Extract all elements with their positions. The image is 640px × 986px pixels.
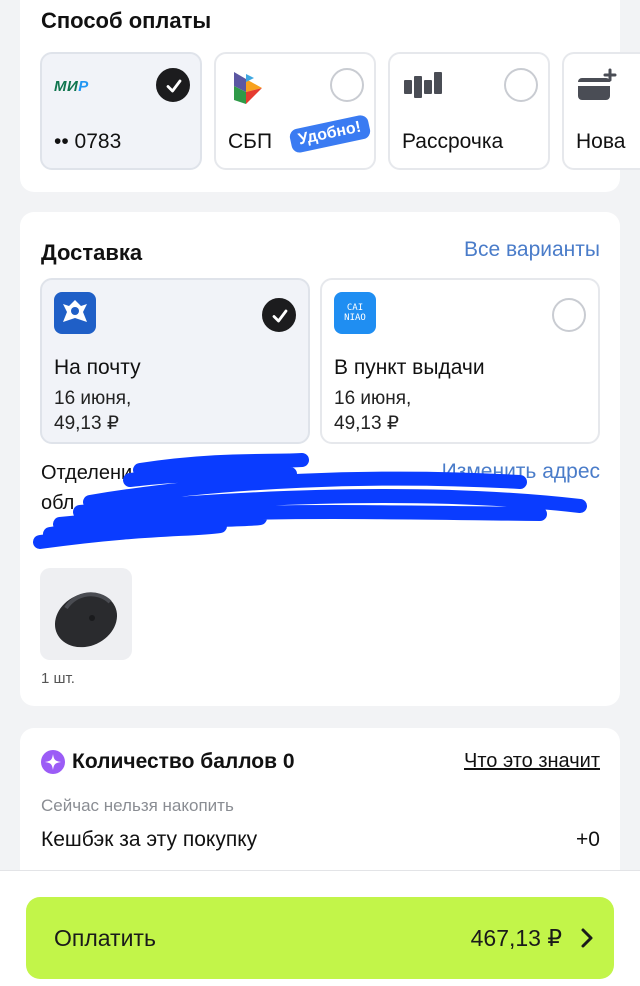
convenient-badge: Удобно! <box>288 113 372 155</box>
delivery-option-date: 16 июня, 49,13 ₽ <box>54 388 132 434</box>
radio-unchecked-icon[interactable] <box>504 68 538 102</box>
bonus-section: Количество баллов 0 Что это значит Сейча… <box>20 728 620 888</box>
chevron-right-icon <box>581 928 593 948</box>
radio-unchecked-icon[interactable] <box>552 298 586 332</box>
delivery-option-name: На почту <box>54 356 141 379</box>
pay-total: 467,13 ₽ <box>470 925 562 951</box>
pay-button-label: Оплатить <box>54 925 156 951</box>
payment-title: Способ оплаты <box>41 8 212 33</box>
pay-button[interactable]: Оплатить 467,13 ₽ <box>26 897 614 979</box>
address-line-1: Отделени <box>41 462 133 484</box>
cainiao-icon: CAI NIAO <box>334 292 376 334</box>
cashback-value: +0 <box>576 828 600 851</box>
mir-logo-icon: МИР <box>54 78 89 95</box>
product-quantity: 1 шт. <box>41 670 75 687</box>
payment-method-label: Рассрочка <box>402 130 504 153</box>
delivery-option-post[interactable]: На почту 16 июня, 49,13 ₽ <box>40 278 310 444</box>
radio-unchecked-icon[interactable] <box>330 68 364 102</box>
what-it-means-link[interactable]: Что это значит <box>464 750 600 773</box>
sbp-logo-icon <box>234 72 262 104</box>
delivery-section: Доставка Все варианты На почту 16 июня, … <box>20 212 620 706</box>
delivery-option-pickup[interactable]: CAI NIAO В пункт выдачи 16 июня, 49,13 ₽ <box>320 278 600 444</box>
payment-method-sbp[interactable]: СБП Удобно! <box>214 52 376 170</box>
bonus-star-icon <box>41 750 65 774</box>
checkout-bar: Оплатить 467,13 ₽ <box>0 870 640 986</box>
all-options-link[interactable]: Все варианты <box>464 238 600 262</box>
delivery-option-date: 16 июня, 49,13 ₽ <box>334 388 412 434</box>
delivery-title: Доставка <box>41 240 143 265</box>
cashback-label: Кешбэк за эту покупку <box>41 828 258 851</box>
bonus-subtitle: Сейчас нельзя накопить <box>41 796 234 815</box>
address-line-2: обл. <box>41 492 80 514</box>
product-thumbnail[interactable] <box>40 568 132 660</box>
product-image <box>54 592 118 648</box>
payment-method-new-card[interactable]: Нова <box>562 52 640 170</box>
add-card-icon <box>578 68 617 100</box>
bonus-points-title: Количество баллов 0 <box>72 750 295 773</box>
payment-method-label: •• 0783 <box>54 130 122 153</box>
payment-method-label: Нова <box>576 130 626 153</box>
installment-icon <box>404 72 442 98</box>
russian-post-icon <box>54 292 96 334</box>
delivery-option-name: В пункт выдачи <box>334 356 485 379</box>
payment-method-label: СБП <box>228 130 273 153</box>
payment-section: Способ оплаты МИР •• 0783 СБП Удобно! Ра… <box>20 0 640 192</box>
radio-checked-icon[interactable] <box>262 298 296 332</box>
radio-checked-icon[interactable] <box>156 68 190 102</box>
payment-method-installment[interactable]: Рассрочка <box>388 52 550 170</box>
change-address-link[interactable]: Изменить адрес <box>442 460 600 484</box>
payment-method-mir-card[interactable]: МИР •• 0783 <box>40 52 202 170</box>
